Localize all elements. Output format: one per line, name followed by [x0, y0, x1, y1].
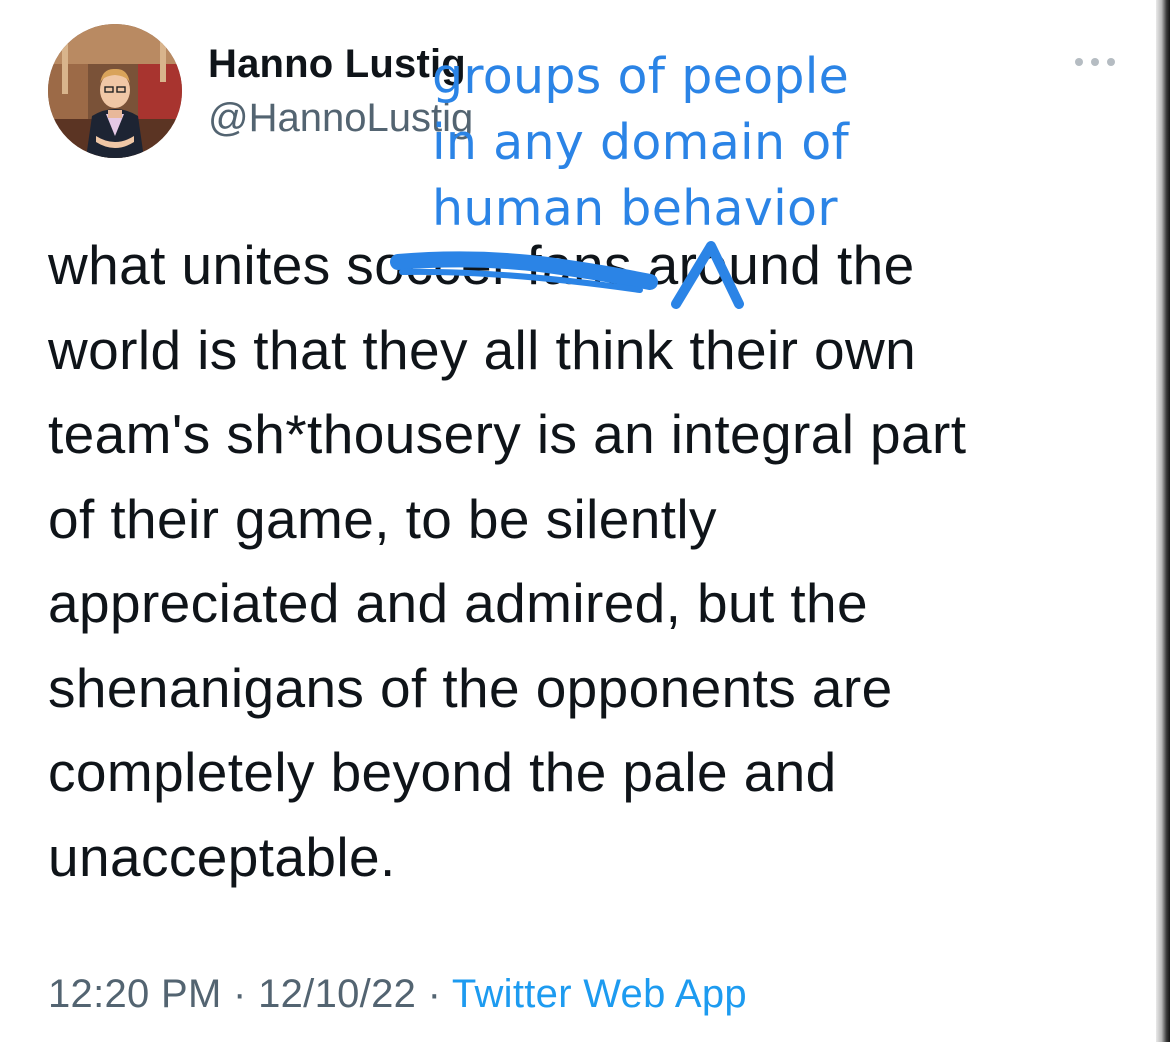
phone-edge: [1156, 0, 1170, 1042]
tweet-source-link[interactable]: Twitter Web App: [452, 972, 747, 1016]
dot: [1091, 58, 1099, 66]
dot: [1107, 58, 1115, 66]
more-options-icon[interactable]: [1070, 48, 1120, 76]
profile-photo: [48, 24, 182, 158]
tweet-card: Hanno Lustig @HannoLustig groups of peop…: [0, 0, 1170, 1042]
avatar[interactable]: [48, 24, 182, 158]
tweet-time[interactable]: 12:20 PM: [48, 972, 222, 1016]
dot: [1075, 58, 1083, 66]
author-display-name[interactable]: Hanno Lustig: [208, 42, 466, 87]
tweet-metadata: 12:20 PM · 12/10/22 · Twitter Web App: [48, 972, 747, 1017]
tweet-date[interactable]: 12/10/22: [258, 972, 416, 1016]
separator: ·: [221, 972, 259, 1016]
tweet-text: what unites soccer fans around the world…: [48, 234, 967, 888]
separator: ·: [416, 972, 452, 1016]
handwritten-annotation: groups of people in any domain of human …: [432, 48, 850, 237]
